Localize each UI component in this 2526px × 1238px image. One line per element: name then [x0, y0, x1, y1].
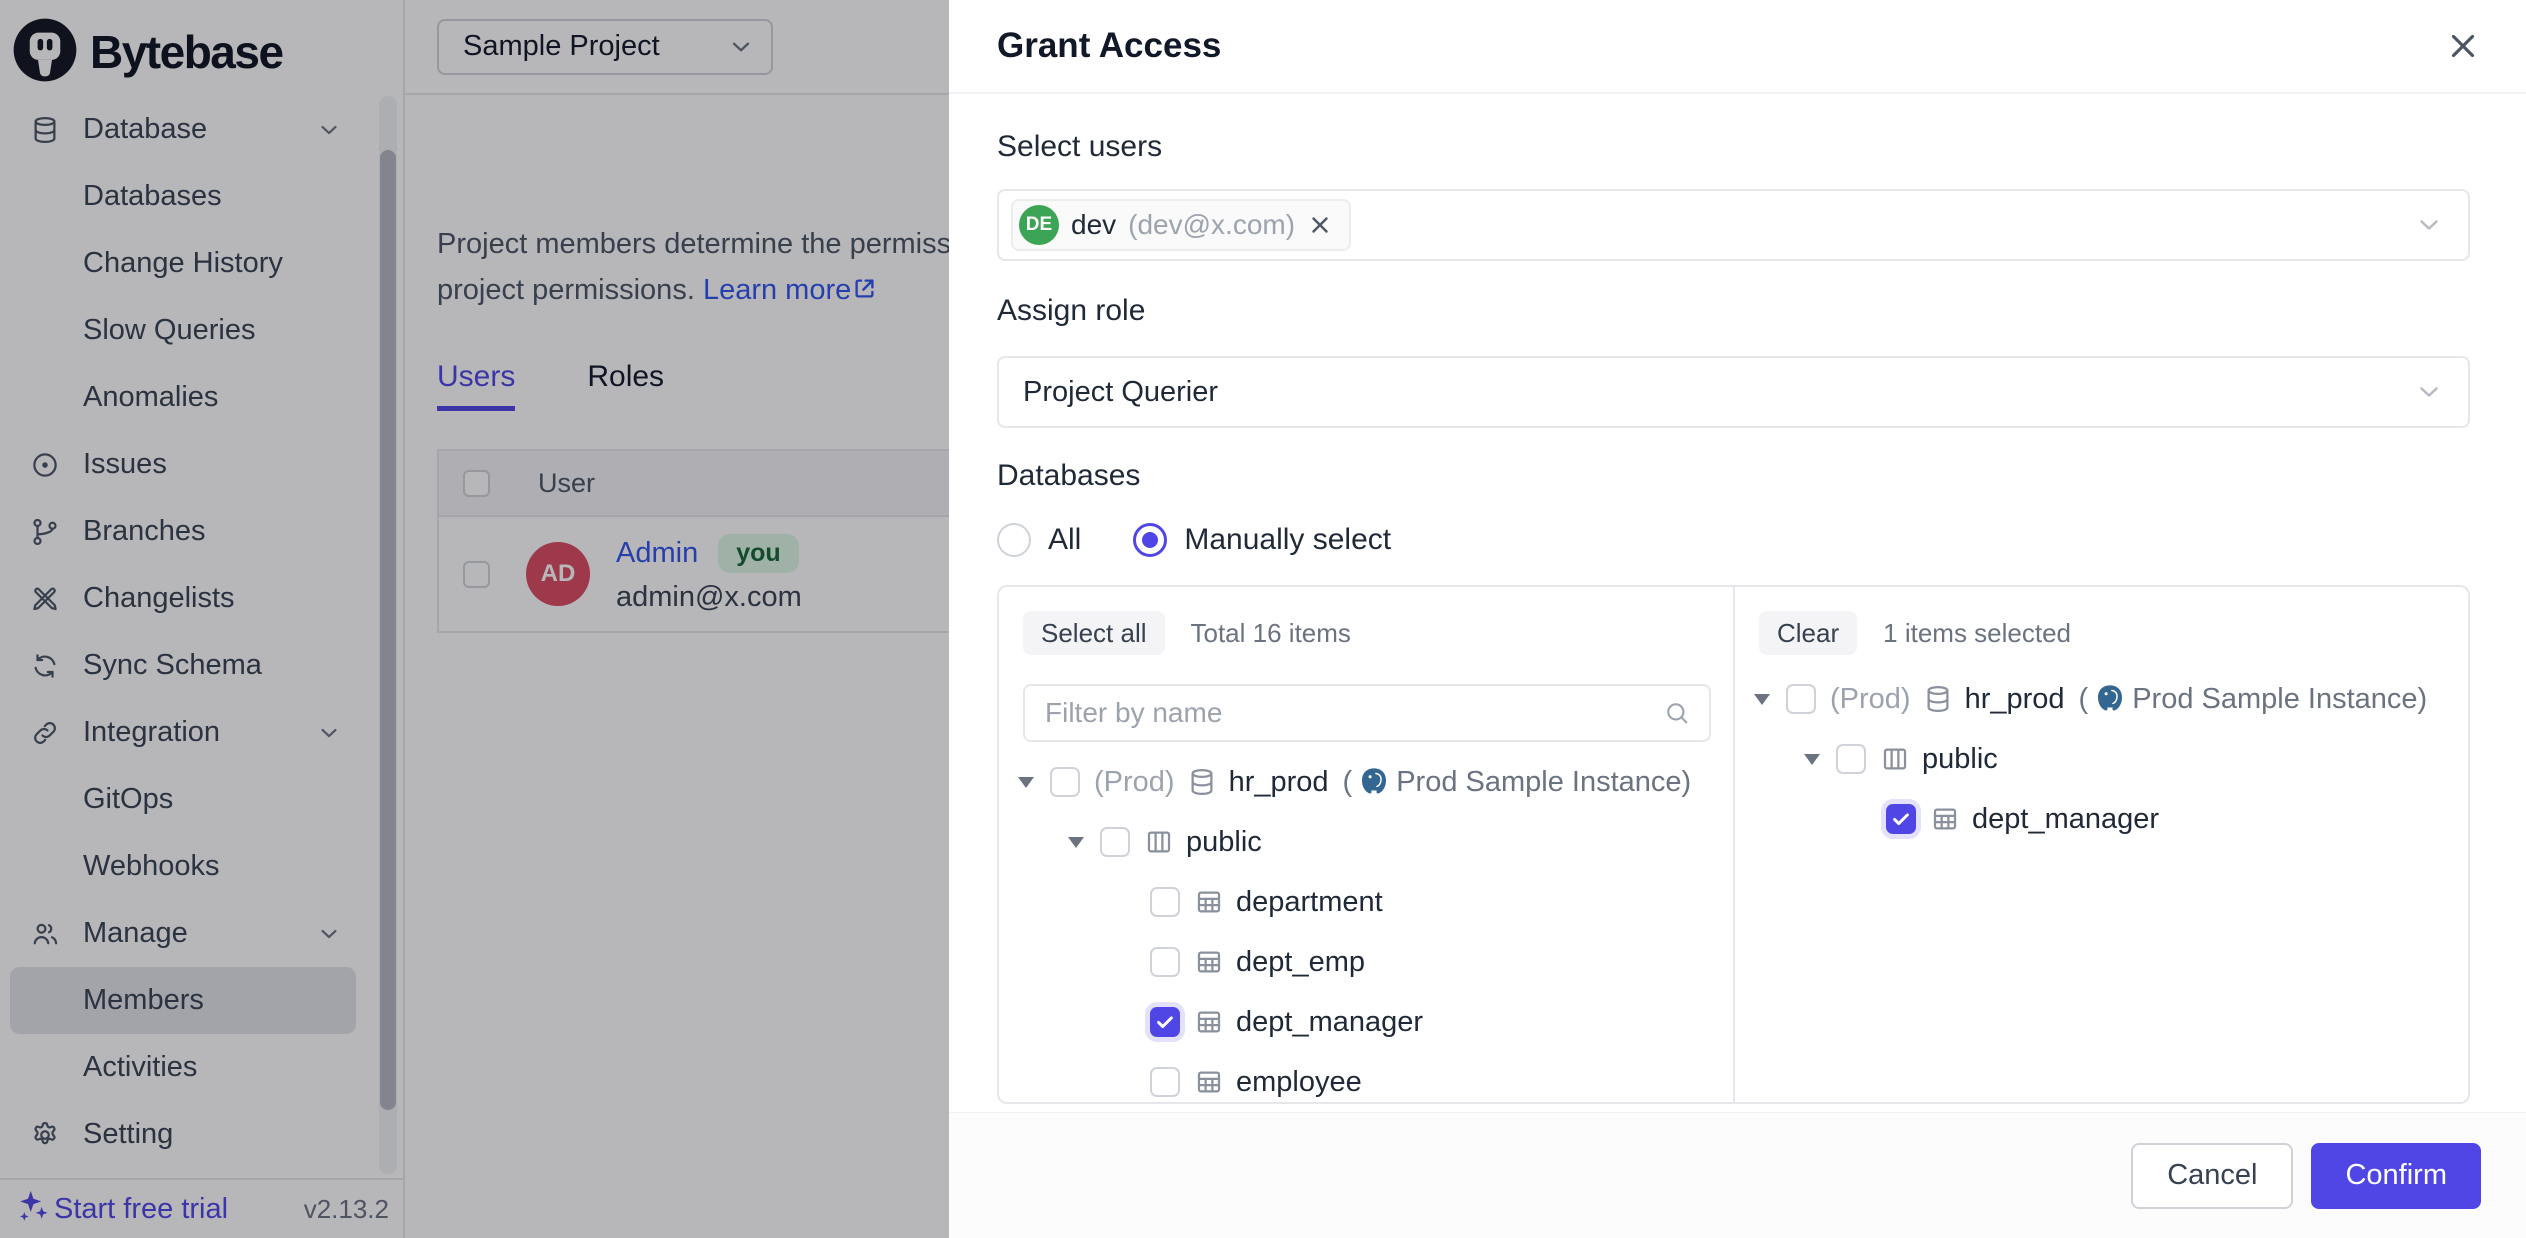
assign-role-value: Project Querier — [1011, 376, 1218, 409]
radio-icon[interactable] — [1133, 523, 1167, 557]
target-node-hr-prod[interactable]: (Prod) hr_prod (Prod Sample Instance) — [1735, 669, 2468, 729]
target-node-dept-manager[interactable]: dept_manager — [1735, 789, 2468, 849]
remove-chip-icon[interactable] — [1307, 212, 1333, 238]
postgresql-icon — [2094, 683, 2126, 715]
database-transfer-panel: Select all Total 16 items (Prod)hr_prod(… — [997, 585, 2470, 1104]
environment-label: (Prod) — [1830, 683, 1911, 716]
checkbox[interactable] — [1836, 744, 1866, 774]
caret-down-icon[interactable] — [1018, 777, 1042, 788]
selected-items-label: 1 items selected — [1883, 618, 2071, 649]
radio-option-manually-select[interactable]: Manually select — [1133, 523, 1391, 557]
checkbox[interactable] — [1150, 947, 1180, 977]
checkbox[interactable] — [1786, 684, 1816, 714]
radio-label: All — [1048, 523, 1081, 557]
checkbox[interactable] — [1050, 767, 1080, 797]
node-label: hr_prod — [1965, 683, 2065, 716]
clear-button[interactable]: Clear — [1759, 611, 1857, 655]
checkbox[interactable] — [1100, 827, 1130, 857]
chevron-down-icon — [2414, 210, 2444, 240]
assign-role-label: Assign role — [997, 294, 2470, 328]
radio-label: Manually select — [1184, 523, 1391, 557]
grant-access-modal: Grant Access Select users DE dev (dev@x.… — [949, 0, 2526, 1238]
source-node-dept-manager[interactable]: dept_manager — [999, 992, 1733, 1052]
database-icon — [1923, 684, 1953, 714]
chip-email: (dev@x.com) — [1128, 209, 1295, 241]
schema-icon — [1144, 827, 1174, 857]
postgresql-icon — [1358, 766, 1390, 798]
select-users-label: Select users — [997, 130, 2470, 164]
select-users-input[interactable]: DE dev (dev@x.com) — [997, 189, 2470, 261]
cancel-button[interactable]: Cancel — [2131, 1143, 2293, 1209]
checkbox[interactable] — [1150, 1067, 1180, 1097]
select-all-button[interactable]: Select all — [1023, 611, 1165, 655]
caret-down-icon[interactable] — [1754, 694, 1778, 705]
database-scope-radios: All Manually select — [997, 523, 2470, 557]
node-label: public — [1922, 743, 1998, 776]
confirm-button[interactable]: Confirm — [2311, 1143, 2481, 1209]
node-label: public — [1186, 826, 1262, 859]
databases-label: Databases — [997, 459, 2470, 493]
modal-body: Select users DE dev (dev@x.com) Assign r… — [949, 94, 2526, 1104]
modal-footer: Cancel Confirm — [949, 1112, 2526, 1238]
checkbox[interactable] — [1150, 887, 1180, 917]
node-label: dept_emp — [1236, 946, 1365, 979]
table-icon — [1194, 1007, 1224, 1037]
filter-input[interactable] — [1045, 697, 1663, 729]
instance-label: (Prod Sample Instance) — [1343, 766, 1692, 799]
caret-down-icon[interactable] — [1068, 837, 1092, 848]
database-icon — [1187, 767, 1217, 797]
transfer-source-panel: Select all Total 16 items (Prod)hr_prod(… — [999, 587, 1735, 1102]
modal-title: Grant Access — [997, 26, 1221, 66]
caret-down-icon[interactable] — [1804, 754, 1828, 765]
schema-icon — [1880, 744, 1910, 774]
radio-icon[interactable] — [997, 523, 1031, 557]
source-node-hr-prod[interactable]: (Prod) hr_prod (Prod Sample Instance) — [999, 752, 1733, 812]
user-chip: DE dev (dev@x.com) — [1011, 199, 1351, 251]
node-label: employee — [1236, 1066, 1362, 1099]
close-icon[interactable] — [2444, 27, 2482, 65]
total-items-label: Total 16 items — [1191, 618, 1351, 649]
target-node-public[interactable]: public — [1735, 729, 2468, 789]
search-icon — [1663, 699, 1691, 727]
filter-input-wrapper — [1023, 684, 1711, 742]
table-icon — [1194, 887, 1224, 917]
node-label: hr_prod — [1229, 766, 1329, 799]
avatar: DE — [1019, 205, 1059, 245]
node-label: dept_manager — [1972, 803, 2159, 836]
target-tree: (Prod) hr_prod (Prod Sample Instance) publi… — [1735, 669, 2468, 849]
node-label: department — [1236, 886, 1383, 919]
chip-name: dev — [1071, 209, 1116, 241]
table-icon — [1194, 1067, 1224, 1097]
node-label: dept_manager — [1236, 1006, 1423, 1039]
checkbox[interactable] — [1886, 804, 1916, 834]
transfer-target-panel: Clear 1 items selected (Prod)hr_prod(Pro… — [1735, 587, 2468, 1102]
source-tree: (Prod) hr_prod (Prod Sample Instance) publi… — [999, 752, 1733, 1102]
source-node-department[interactable]: department — [999, 872, 1733, 932]
checkbox[interactable] — [1150, 1007, 1180, 1037]
source-node-dept-emp[interactable]: dept_emp — [999, 932, 1733, 992]
environment-label: (Prod) — [1094, 766, 1175, 799]
radio-option-all[interactable]: All — [997, 523, 1081, 557]
chevron-down-icon — [2414, 377, 2444, 407]
assign-role-select[interactable]: Project Querier — [997, 356, 2470, 428]
source-node-employee[interactable]: employee — [999, 1052, 1733, 1102]
table-icon — [1194, 947, 1224, 977]
table-icon — [1930, 804, 1960, 834]
modal-header: Grant Access — [949, 0, 2526, 94]
source-node-public[interactable]: public — [999, 812, 1733, 872]
instance-label: (Prod Sample Instance) — [2079, 683, 2428, 716]
